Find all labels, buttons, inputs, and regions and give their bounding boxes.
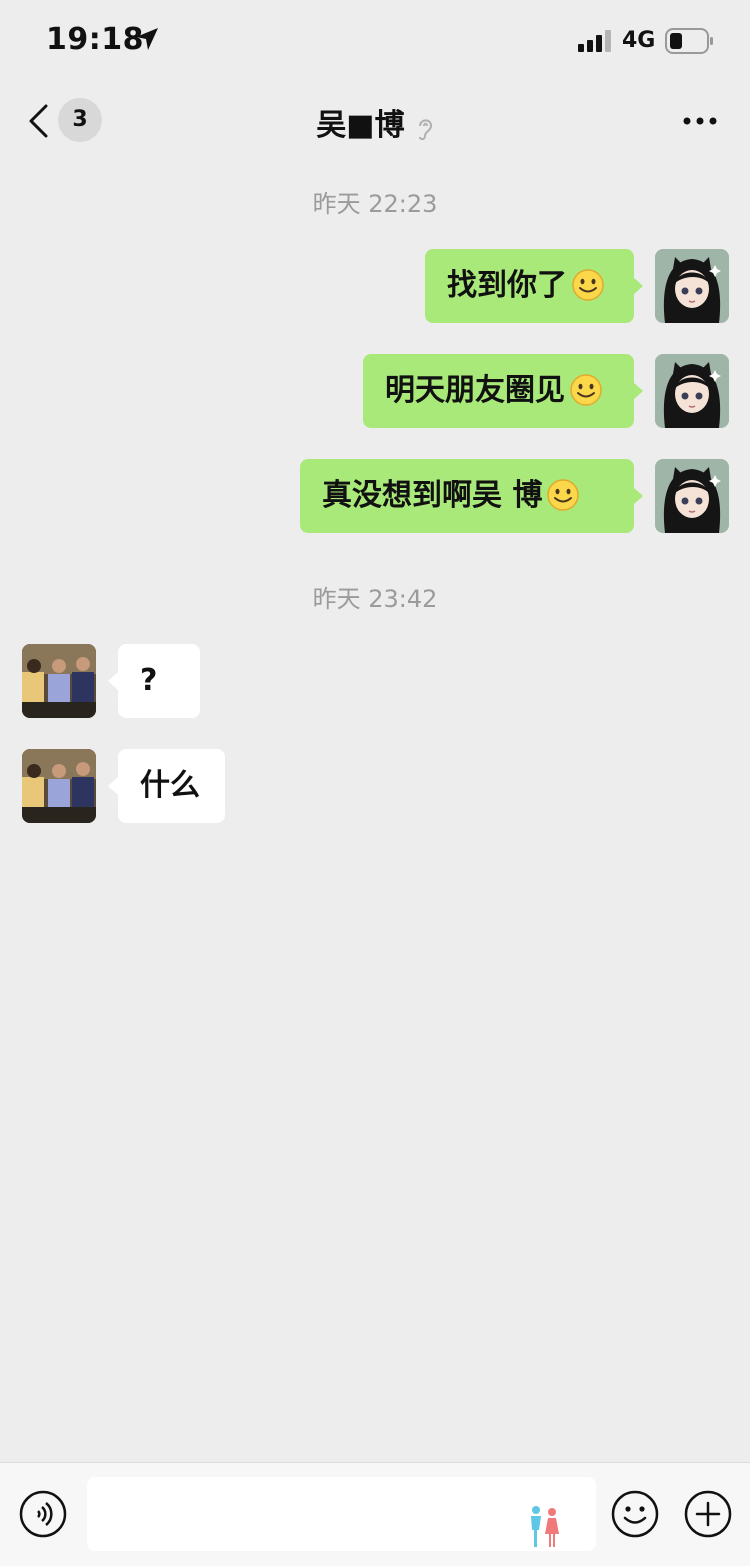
- my-avatar[interactable]: [655, 459, 729, 533]
- sent-bubble[interactable]: 明天朋友圈见: [363, 354, 634, 428]
- bubble-tail: [108, 777, 118, 795]
- location-arrow-icon: [134, 26, 160, 56]
- bubble-tail: [108, 672, 118, 690]
- contact-avatar[interactable]: [22, 644, 96, 718]
- sent-bubble[interactable]: 找到你了: [425, 249, 634, 323]
- sent-bubble[interactable]: 真没想到啊吴 博: [300, 459, 634, 533]
- chat-title: 吴■博: [316, 108, 405, 143]
- chat-header: 3 吴■博: [0, 80, 750, 160]
- message-input[interactable]: [87, 1477, 596, 1551]
- status-time: 19:18: [46, 22, 144, 57]
- watermark-figures-icon: [524, 1505, 564, 1553]
- message-text: 找到你了: [447, 268, 567, 303]
- smile-emoji-icon: [547, 478, 580, 511]
- battery-icon: [665, 28, 715, 58]
- bubble-tail: [633, 487, 643, 505]
- voice-input-icon[interactable]: [18, 1489, 68, 1543]
- status-bar: 19:18 4G: [0, 0, 750, 80]
- my-avatar[interactable]: [655, 354, 729, 428]
- chat-title-wrap: 吴■博: [0, 100, 750, 146]
- smile-emoji-icon: [572, 268, 604, 301]
- emoji-picker-icon[interactable]: [610, 1489, 660, 1543]
- timestamp: 昨天 23:42: [312, 585, 438, 613]
- timestamp: 昨天 22:23: [312, 190, 438, 218]
- bubble-tail: [633, 277, 643, 295]
- contact-avatar[interactable]: [22, 749, 96, 823]
- message-text: 明天朋友圈见: [385, 373, 565, 408]
- cellular-signal-icon: [578, 30, 614, 56]
- bubble-tail: [633, 382, 643, 400]
- more-functions-plus-icon[interactable]: [683, 1489, 733, 1543]
- smile-emoji-icon: [570, 373, 602, 406]
- input-bar: [0, 1462, 750, 1566]
- message-text: 什么: [140, 768, 200, 803]
- message-text: ?: [140, 663, 158, 698]
- ear-icon: [416, 116, 434, 146]
- my-avatar[interactable]: [655, 249, 729, 323]
- more-options-icon[interactable]: [682, 112, 718, 131]
- received-bubble[interactable]: ?: [118, 644, 200, 718]
- message-text: 真没想到啊吴 博: [322, 478, 543, 513]
- received-bubble[interactable]: 什么: [118, 749, 225, 823]
- network-type: 4G: [622, 28, 656, 53]
